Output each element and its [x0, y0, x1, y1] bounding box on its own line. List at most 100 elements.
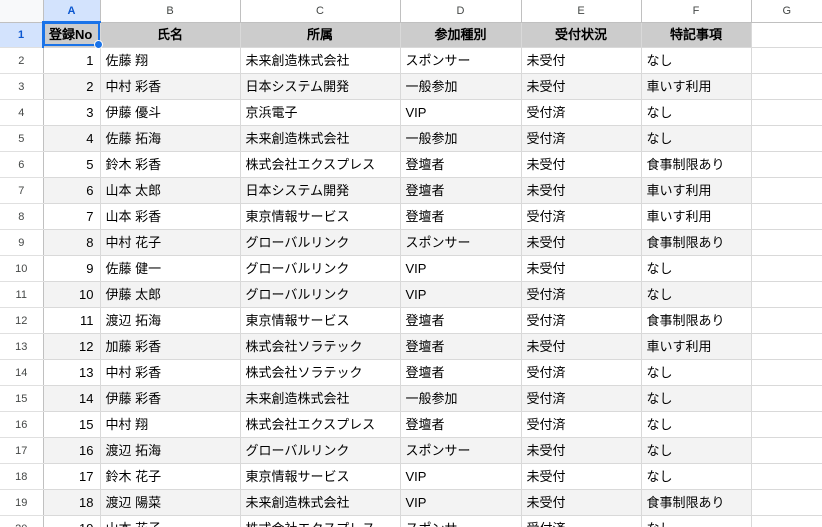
- row-header-6[interactable]: 6: [0, 151, 44, 178]
- table-row[interactable]: 6 5 鈴木 彩香 株式会社エクスプレス 登壇者 未受付 食事制限あり: [0, 151, 822, 178]
- table-row[interactable]: 2 1 佐藤 翔未来創造株式会社 スポンサー 未受付 なし: [0, 47, 822, 74]
- select-all-corner[interactable]: [0, 0, 44, 23]
- cell-g-empty[interactable]: [751, 307, 822, 334]
- cell-participation-type[interactable]: 一般参加: [400, 125, 522, 152]
- cell-name[interactable]: 伊藤 彩香: [100, 385, 241, 412]
- cell-participation-type[interactable]: 一般参加: [400, 385, 522, 412]
- cell-remarks[interactable]: 食事制限あり: [641, 307, 752, 334]
- table-row[interactable]: 8 7 山本 彩香 東京情報サービス 登壇者 受付済 車いす利用: [0, 203, 822, 230]
- row-header-8[interactable]: 8: [0, 203, 44, 230]
- table-row[interactable]: 4 3 伊藤 優斗 京浜電子 VIP 受付済 なし: [0, 99, 822, 126]
- cell-registration-no[interactable]: 8: [43, 229, 101, 256]
- column-header-e[interactable]: E: [521, 0, 642, 23]
- header-cell-participation-type[interactable]: 参加種別: [400, 22, 522, 48]
- cell-participation-type[interactable]: 登壇者: [400, 151, 522, 178]
- cell-participation-type[interactable]: スポンサー: [400, 515, 522, 527]
- cell-name[interactable]: 渡辺 陽菜: [100, 489, 241, 516]
- cell-organization[interactable]: 未来創造株式会社: [240, 489, 401, 516]
- row-header-13[interactable]: 13: [0, 333, 44, 360]
- cell-name[interactable]: 中村 翔: [100, 411, 241, 438]
- cell-organization[interactable]: グローバルリンク: [240, 255, 401, 282]
- cell-remarks[interactable]: 車いす利用: [641, 203, 752, 230]
- cell-reception-status[interactable]: 未受付: [521, 177, 642, 204]
- cell-registration-no[interactable]: 9: [43, 255, 101, 282]
- cell-participation-type[interactable]: VIP: [400, 255, 522, 282]
- header-cell-reception-status[interactable]: 受付状況: [521, 22, 642, 48]
- column-header-b[interactable]: B: [100, 0, 241, 23]
- cell-organization[interactable]: 未来創造株式会社: [240, 47, 401, 74]
- cell-reception-status[interactable]: 未受付: [521, 229, 642, 256]
- cell-g-empty[interactable]: [751, 255, 822, 282]
- cell-name[interactable]: 加藤 彩香: [100, 333, 241, 360]
- cell-participation-type[interactable]: 登壇者: [400, 203, 522, 230]
- cell-organization[interactable]: 株式会社エクスプレス: [240, 515, 401, 527]
- cell-name[interactable]: 伊藤 太郎: [100, 281, 241, 308]
- cell-participation-type[interactable]: 登壇者: [400, 177, 522, 204]
- column-header-d[interactable]: D: [400, 0, 522, 23]
- table-row[interactable]: 5 4 佐藤 拓海 未来創造株式会社 一般参加 受付済 なし: [0, 125, 822, 152]
- row-header-10[interactable]: 10: [0, 255, 44, 282]
- cell-reception-status[interactable]: 未受付: [521, 333, 642, 360]
- cell-reception-status[interactable]: 未受付: [521, 151, 642, 178]
- cell-registration-no[interactable]: 2: [43, 73, 101, 100]
- cell-name[interactable]: 佐藤 翔: [100, 47, 241, 74]
- cell-registration-no[interactable]: 13: [43, 359, 101, 386]
- cell-remarks[interactable]: なし: [641, 411, 752, 438]
- cell-g-empty[interactable]: [751, 489, 822, 516]
- cell-g-empty[interactable]: [751, 359, 822, 386]
- cell-remarks[interactable]: 車いす利用: [641, 73, 752, 100]
- row-header-20[interactable]: 20: [0, 515, 44, 527]
- table-row[interactable]: 14 13 中村 彩香 株式会社ソラテック 登壇者 受付済 なし: [0, 359, 822, 386]
- row-header-5[interactable]: 5: [0, 125, 44, 152]
- cell-remarks[interactable]: なし: [641, 125, 752, 152]
- cell-name[interactable]: 鈴木 花子: [100, 463, 241, 490]
- cell-organization[interactable]: グローバルリンク: [240, 437, 401, 464]
- row-header-18[interactable]: 18: [0, 463, 44, 490]
- row-header-19[interactable]: 19: [0, 489, 44, 516]
- cell-registration-no[interactable]: 6: [43, 177, 101, 204]
- cell-g-empty[interactable]: [751, 437, 822, 464]
- cell-name[interactable]: 渡辺 拓海: [100, 437, 241, 464]
- cell-reception-status[interactable]: 未受付: [521, 255, 642, 282]
- cell-name[interactable]: 渡辺 拓海: [100, 307, 241, 334]
- table-row[interactable]: 18 17 鈴木 花子 東京情報サービス VIP 未受付 なし: [0, 463, 822, 490]
- cell-reception-status[interactable]: 受付済: [521, 411, 642, 438]
- cell-g-empty[interactable]: [751, 203, 822, 230]
- cell-registration-no[interactable]: 5: [43, 151, 101, 178]
- cell-name[interactable]: 中村 彩香: [100, 359, 241, 386]
- cell-registration-no[interactable]: 7: [43, 203, 101, 230]
- cell-remarks[interactable]: なし: [641, 515, 752, 527]
- cell-participation-type[interactable]: 一般参加: [400, 73, 522, 100]
- table-row[interactable]: 13 12 加藤 彩香 株式会社ソラテック 登壇者 未受付 車いす利用: [0, 333, 822, 360]
- cell-registration-no[interactable]: 1: [43, 47, 101, 74]
- column-header-g[interactable]: G: [751, 0, 822, 23]
- cell-organization[interactable]: 株式会社ソラテック: [240, 333, 401, 360]
- cell-name[interactable]: 山本 太郎: [100, 177, 241, 204]
- table-row[interactable]: 16 15 中村 翔株式会社エクスプレス 登壇者 受付済 なし: [0, 411, 822, 438]
- cell-remarks[interactable]: なし: [641, 99, 752, 126]
- cell-name[interactable]: 山本 彩香: [100, 203, 241, 230]
- cell-participation-type[interactable]: VIP: [400, 281, 522, 308]
- cell-participation-type[interactable]: スポンサー: [400, 47, 522, 74]
- cell-registration-no[interactable]: 18: [43, 489, 101, 516]
- table-row[interactable]: 11 10 伊藤 太郎 グローバルリンク VIP 受付済 なし: [0, 281, 822, 308]
- cell-remarks[interactable]: なし: [641, 385, 752, 412]
- header-cell-registration-no[interactable]: 登録No: [43, 22, 101, 48]
- cell-g-empty[interactable]: [751, 515, 822, 527]
- cell-reception-status[interactable]: 未受付: [521, 437, 642, 464]
- table-row[interactable]: 12 11 渡辺 拓海 東京情報サービス 登壇者 受付済 食事制限あり: [0, 307, 822, 334]
- table-row[interactable]: 17 16 渡辺 拓海 グローバルリンク スポンサー 未受付 なし: [0, 437, 822, 464]
- row-header-7[interactable]: 7: [0, 177, 44, 204]
- cell-organization[interactable]: 株式会社エクスプレス: [240, 411, 401, 438]
- table-row[interactable]: 10 9 佐藤 健一 グローバルリンク VIP 未受付 なし: [0, 255, 822, 282]
- row-header-15[interactable]: 15: [0, 385, 44, 412]
- cell-name[interactable]: 中村 花子: [100, 229, 241, 256]
- cell-registration-no[interactable]: 10: [43, 281, 101, 308]
- cell-remarks[interactable]: 食事制限あり: [641, 489, 752, 516]
- column-header-f[interactable]: F: [641, 0, 752, 23]
- cell-participation-type[interactable]: スポンサー: [400, 229, 522, 256]
- cell-participation-type[interactable]: 登壇者: [400, 359, 522, 386]
- table-row[interactable]: 19 18 渡辺 陽菜 未来創造株式会社 VIP 未受付 食事制限あり: [0, 489, 822, 516]
- cell-participation-type[interactable]: VIP: [400, 463, 522, 490]
- cell-g-empty[interactable]: [751, 229, 822, 256]
